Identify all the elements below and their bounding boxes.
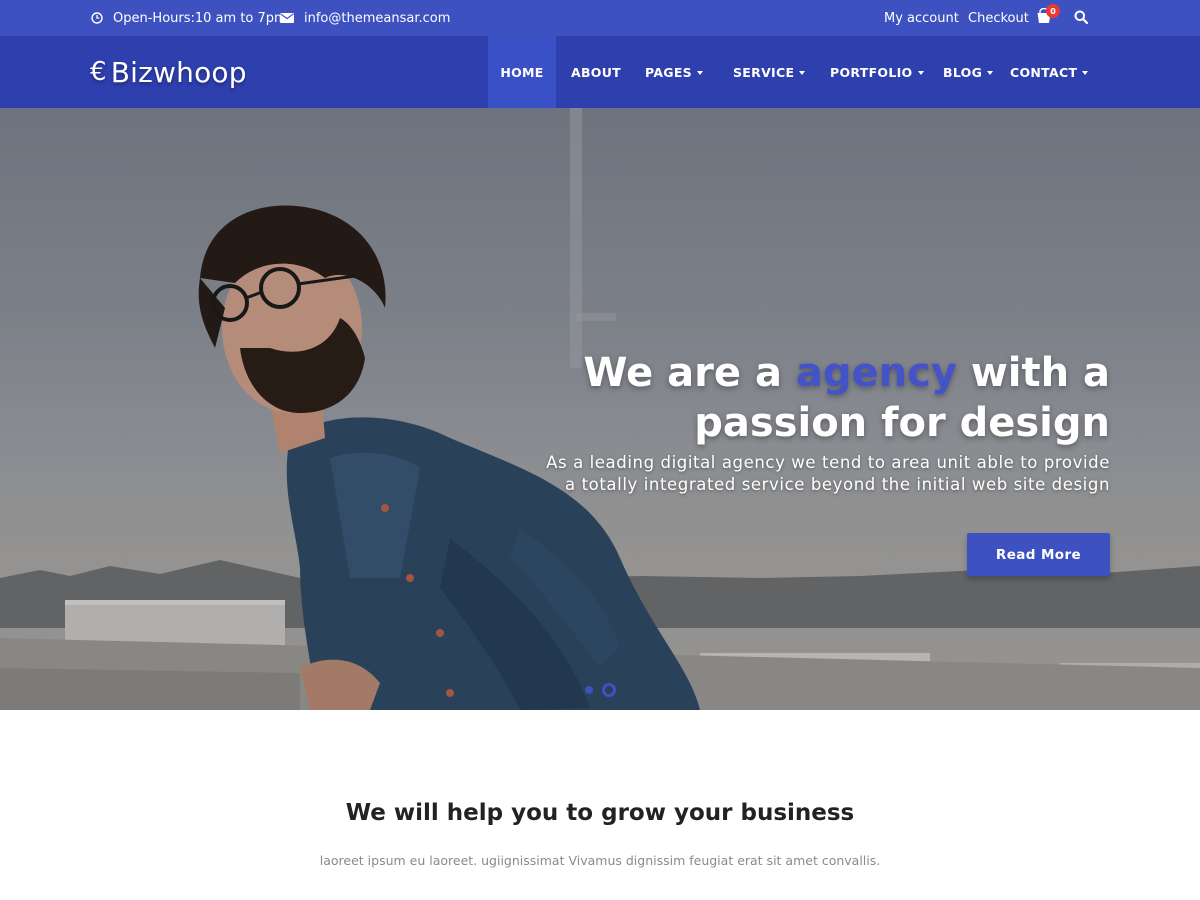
- nav-pages[interactable]: PAGES: [636, 36, 720, 108]
- nav-about-label: ABOUT: [570, 64, 621, 80]
- hero-subtitle: As a leading digital agency we tend to a…: [546, 453, 1110, 494]
- hero-title-highlight: agency: [795, 350, 957, 396]
- search-icon[interactable]: [1074, 10, 1090, 26]
- slider-dot-2-active[interactable]: [602, 683, 616, 697]
- opening-hours: Open-Hours:10 am to 7pm: [90, 0, 287, 36]
- main-header: € Bizwhoop HOME ABOUT PAGES SERVICE PORT…: [0, 36, 1200, 108]
- chevron-down-icon: [1082, 70, 1089, 75]
- clock-icon: [90, 11, 104, 25]
- chevron-down-icon: [987, 70, 994, 75]
- contact-email[interactable]: info@themeansar.com: [279, 0, 450, 36]
- hero-title-part1: We are a: [583, 350, 796, 396]
- nav-home[interactable]: HOME: [488, 36, 556, 108]
- nav-portfolio-label: PORTFOLIO: [830, 64, 913, 80]
- nav-service-label: SERVICE: [733, 64, 795, 80]
- section-title: We will help you to grow your business: [345, 800, 855, 826]
- section-text: laoreet ipsum eu laoreet. ugiignissimat …: [319, 853, 881, 868]
- nav-contact[interactable]: CONTACT: [1010, 36, 1110, 108]
- my-account-link[interactable]: My account: [884, 11, 959, 26]
- checkout-link[interactable]: Checkout: [968, 11, 1029, 26]
- nav-service[interactable]: SERVICE: [720, 36, 816, 108]
- top-bar: Open-Hours:10 am to 7pm info@themeansar.…: [0, 0, 1200, 36]
- logo-symbol: €: [90, 57, 107, 87]
- hero-slider: We are a agency with a passion for desig…: [0, 108, 1200, 710]
- site-logo[interactable]: € Bizwhoop: [90, 52, 247, 92]
- nav-home-label: HOME: [500, 64, 544, 80]
- hero-title: We are a agency with a passion for desig…: [500, 348, 1110, 448]
- nav-blog[interactable]: BLOG: [933, 36, 1010, 108]
- nav-pages-label: PAGES: [645, 64, 692, 80]
- opening-hours-text: Open-Hours:10 am to 7pm: [113, 10, 287, 26]
- chevron-down-icon: [917, 70, 924, 75]
- nav-blog-label: BLOG: [943, 64, 983, 80]
- nav-about[interactable]: ABOUT: [556, 36, 636, 108]
- chevron-down-icon: [697, 70, 703, 75]
- nav-contact-label: CONTACT: [1010, 64, 1078, 80]
- envelope-icon: [279, 11, 295, 25]
- logo-text: Bizwhoop: [110, 55, 247, 89]
- slider-dot-1[interactable]: [585, 686, 593, 694]
- email-link[interactable]: info@themeansar.com: [304, 11, 450, 26]
- cart-count-badge: 0: [1046, 4, 1060, 18]
- read-more-button[interactable]: Read More: [967, 533, 1110, 576]
- nav-portfolio[interactable]: PORTFOLIO: [816, 36, 933, 108]
- chevron-down-icon: [799, 70, 806, 75]
- main-nav: HOME ABOUT PAGES SERVICE PORTFOLIO BLOG …: [488, 36, 1110, 108]
